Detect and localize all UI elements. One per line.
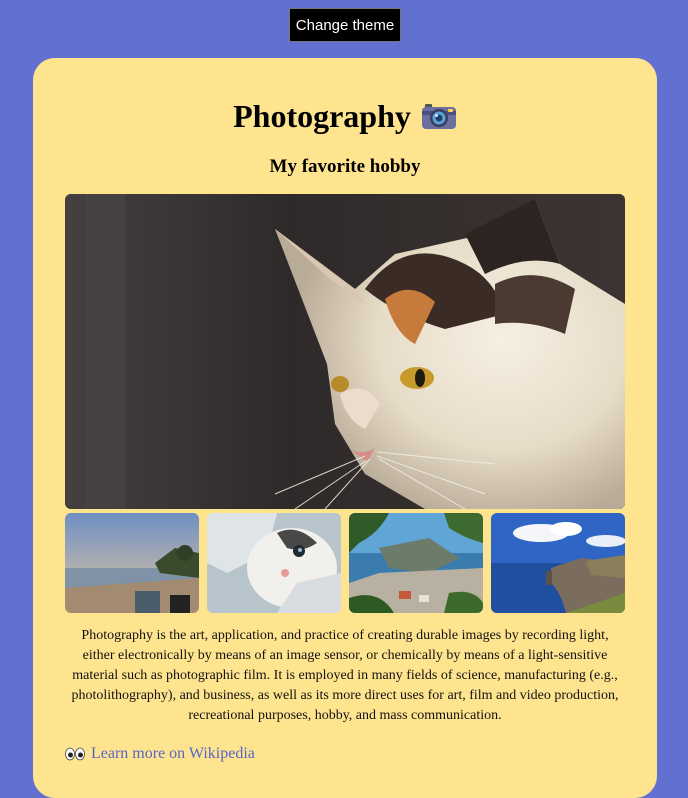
wikipedia-link[interactable]: Learn more on Wikipedia	[91, 745, 255, 762]
page-title-text: Photography	[233, 98, 411, 134]
coastal-town-thumbnail[interactable]	[349, 513, 483, 613]
hobby-description: Photography is the art, application, and…	[71, 628, 619, 723]
calico-cat-photo	[65, 194, 625, 509]
page-title: Photography	[33, 96, 657, 140]
page-subtitle: My favorite hobby	[269, 156, 421, 177]
change-theme-button[interactable]: Change theme	[289, 8, 401, 42]
hobby-card: Photography My favorite hobby Photograph…	[33, 58, 657, 798]
learn-more-row: Learn more on Wikipedia	[65, 744, 255, 767]
kitten-thumbnail[interactable]	[207, 513, 341, 613]
camera-icon	[421, 100, 457, 140]
sea-cliffs-thumbnail[interactable]	[491, 513, 625, 613]
beach-sunset-thumbnail[interactable]	[65, 513, 199, 613]
eyes-icon	[65, 747, 85, 767]
